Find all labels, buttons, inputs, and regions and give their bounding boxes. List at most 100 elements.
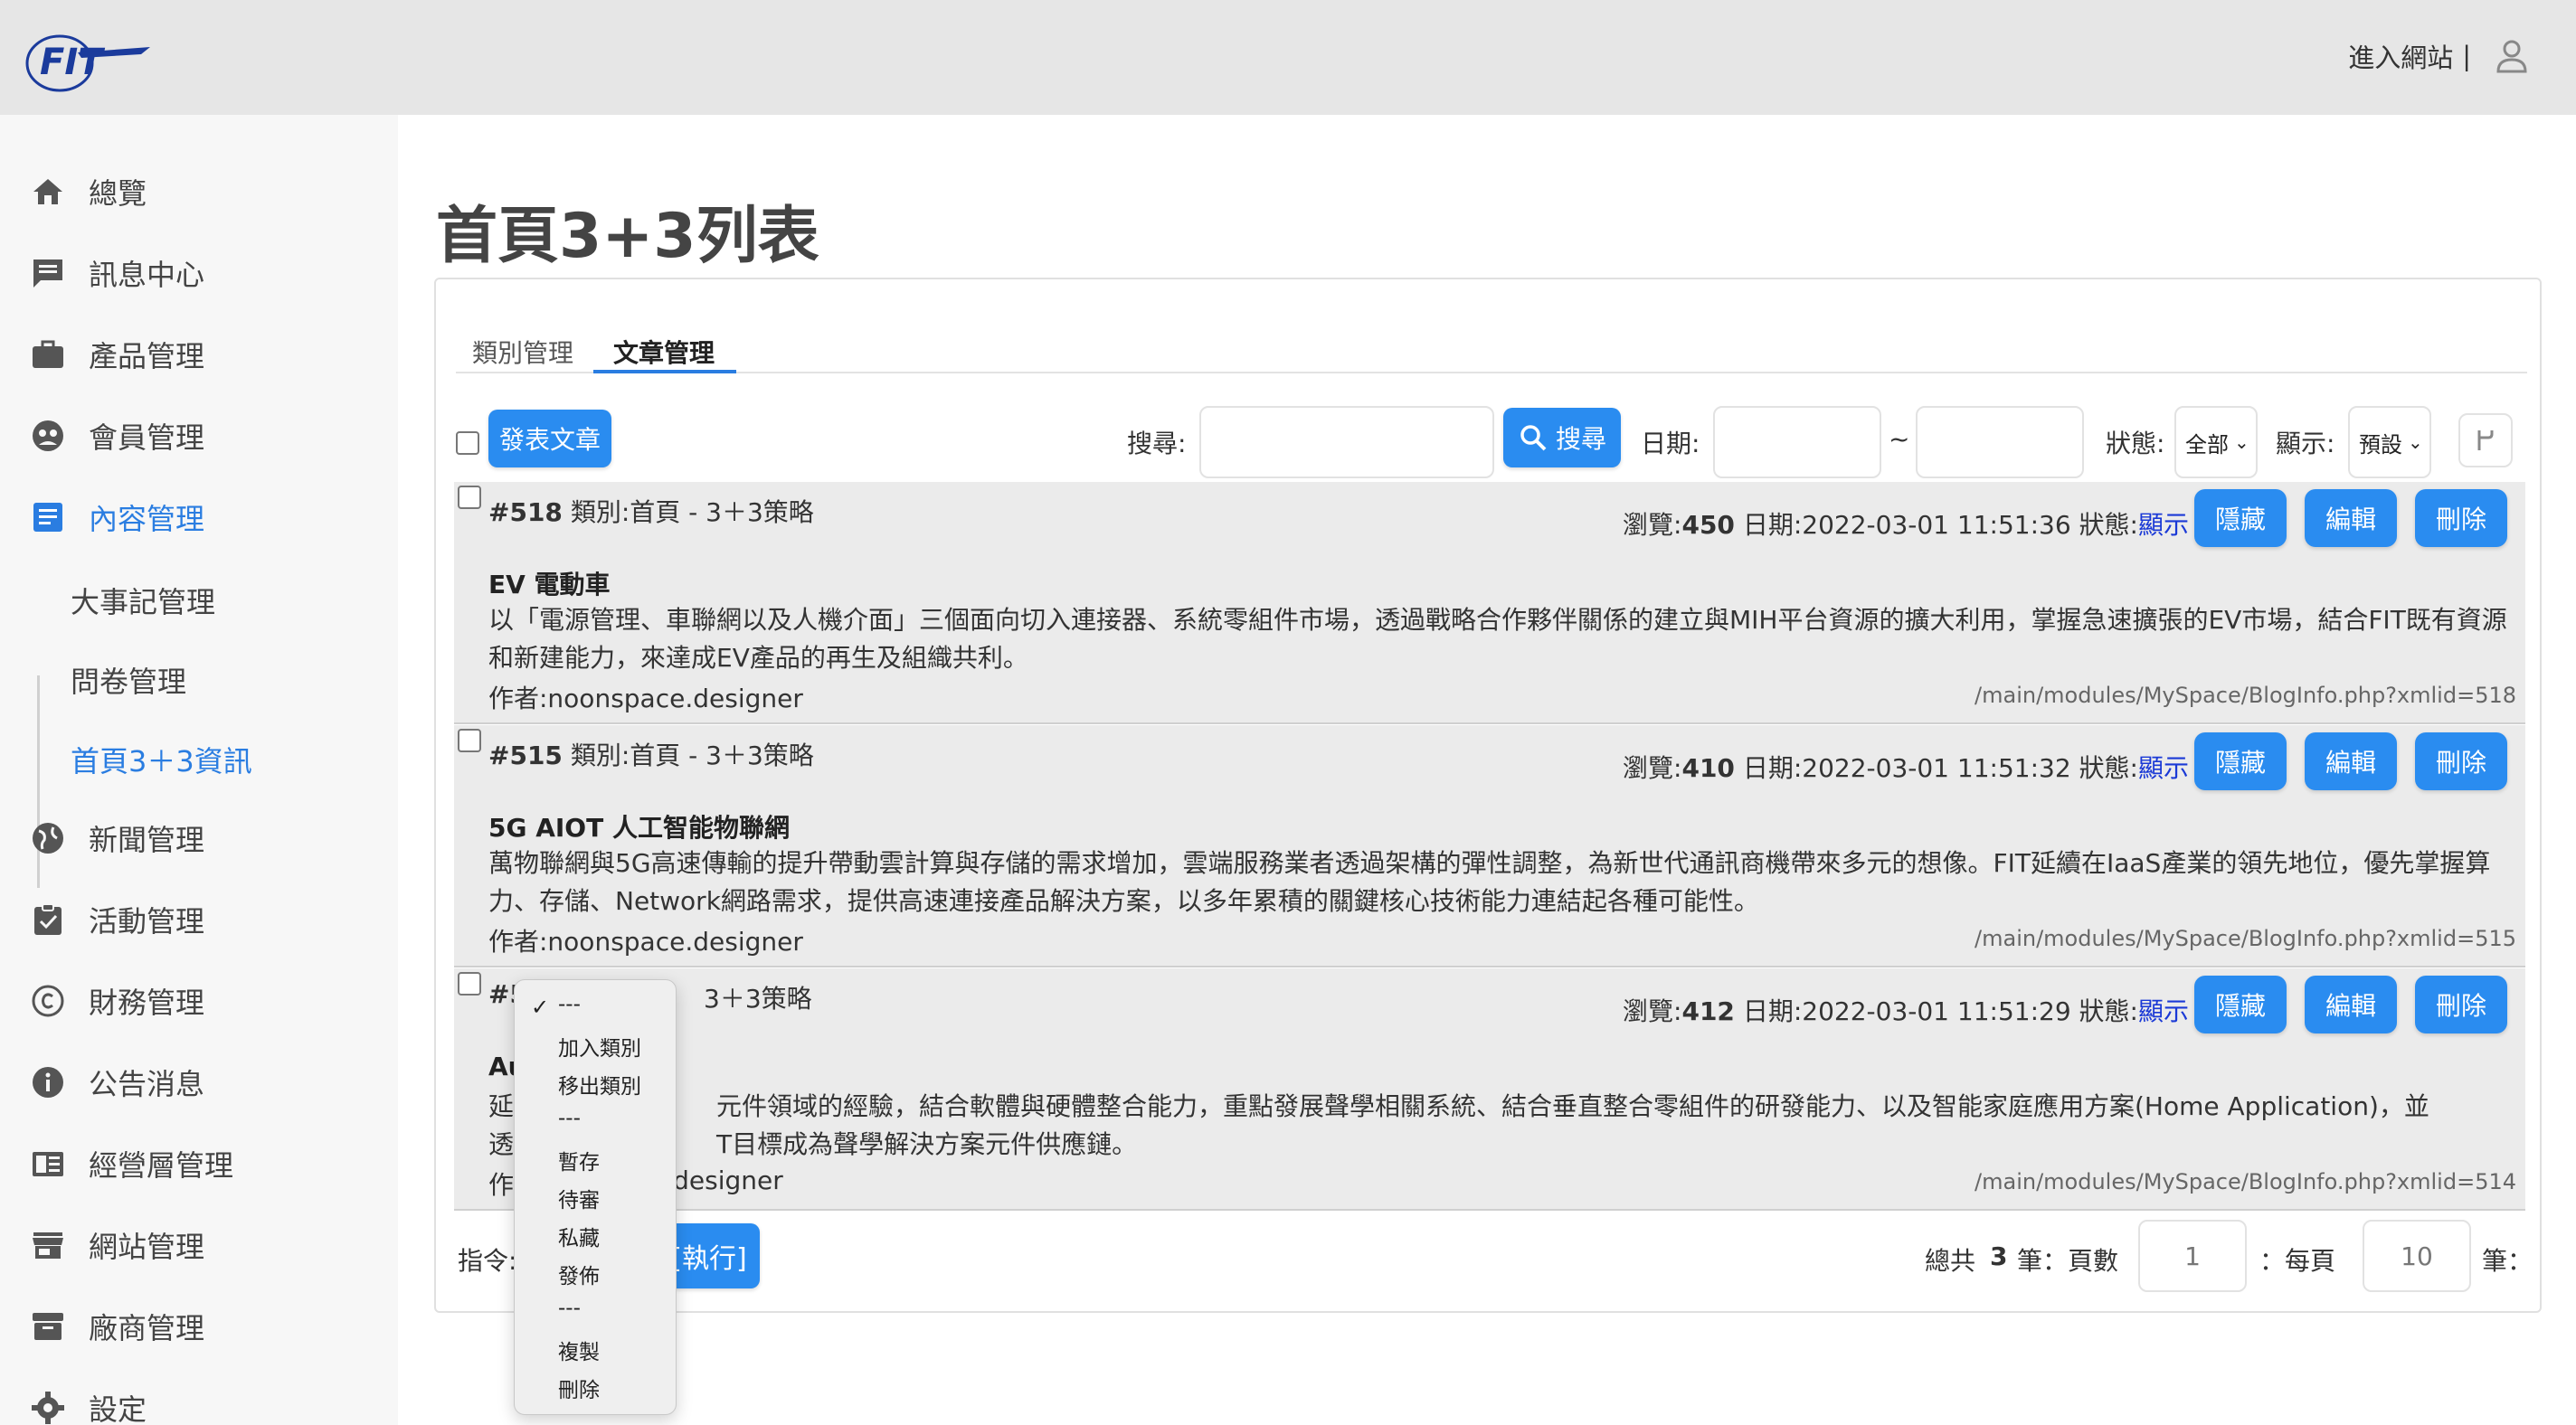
article-url[interactable]: /main/modules/MySpace/BlogInfo.php?xmlid… bbox=[1975, 683, 2516, 708]
views-label: 瀏覽: bbox=[1623, 996, 1682, 1026]
article-description: 萬物聯網與5G高速傳輸的提升帶動雲計算與存儲的需求增加，雲端服務業者透過架構的彈… bbox=[488, 848, 2491, 916]
article-url[interactable]: /main/modules/MySpace/BlogInfo.php?xmlid… bbox=[1975, 926, 2516, 951]
sidebar-item-vendors[interactable]: 廠商管理 bbox=[27, 1299, 204, 1354]
select-all-checkbox[interactable] bbox=[456, 431, 479, 455]
hide-button[interactable]: 隱藏 bbox=[2194, 976, 2287, 1033]
per-page-input[interactable]: 10 bbox=[2363, 1220, 2471, 1292]
search-input[interactable] bbox=[1199, 406, 1494, 478]
sidebar-item-events[interactable]: 活動管理 bbox=[27, 892, 204, 947]
sidebar-item-announcements[interactable]: 公告消息 bbox=[27, 1055, 204, 1109]
top-bar: FIT 進入網站 | bbox=[0, 0, 2576, 115]
edit-button[interactable]: 編輯 bbox=[2305, 976, 2397, 1033]
search-label: 搜尋: bbox=[1127, 429, 1187, 458]
delete-button[interactable]: 刪除 bbox=[2415, 732, 2507, 790]
hide-button[interactable]: 隱藏 bbox=[2194, 732, 2287, 790]
dropdown-option[interactable]: 刪除 bbox=[558, 1373, 600, 1403]
row-checkbox[interactable] bbox=[458, 486, 481, 509]
sidebar-item-label: 財務管理 bbox=[89, 986, 205, 1020]
dropdown-option[interactable]: 移出類別 bbox=[558, 1069, 641, 1099]
article-description: 以「電源管理、車聯網以及人機介面」三個面向切入連接器、系統零組件市場，透過戰略合… bbox=[488, 605, 2507, 673]
per-page-label: ：每頁 bbox=[2259, 1246, 2336, 1276]
sidebar-item-finance[interactable]: 財務管理 bbox=[27, 974, 204, 1028]
article-title[interactable]: 5G AIOT 人工智能物聯網 bbox=[488, 808, 790, 845]
article-meta: #518 類別:首頁 - 3＋3策略 bbox=[488, 493, 814, 529]
tab-bar: 類別管理 文章管理 bbox=[456, 326, 2527, 373]
sidebar-item-news[interactable]: 新聞管理 bbox=[27, 811, 204, 865]
dropdown-option[interactable]: 發佈 bbox=[558, 1259, 600, 1289]
article-description: 延 元件領域的經驗，結合軟體與硬體整合能力，重點發展聲學相關系統、結合垂直整合零組… bbox=[488, 1088, 2514, 1164]
article-category: 3＋3策略 bbox=[704, 984, 812, 1014]
article-title[interactable]: EV 電動車 bbox=[488, 565, 611, 601]
dropdown-option[interactable]: 加入類別 bbox=[558, 1031, 641, 1062]
row-checkbox[interactable] bbox=[458, 729, 481, 752]
sidebar-item-content[interactable]: 內容管理 bbox=[27, 490, 204, 544]
sidebar-item-management[interactable]: 經營層管理 bbox=[27, 1137, 233, 1191]
enter-site-link[interactable]: 進入網站 bbox=[2348, 37, 2453, 75]
edit-button[interactable]: 編輯 bbox=[2305, 489, 2397, 547]
dropdown-option[interactable]: --- bbox=[558, 1107, 581, 1130]
status-value-link[interactable]: 顯示 bbox=[2138, 996, 2189, 1026]
edit-button[interactable]: 編輯 bbox=[2305, 732, 2397, 790]
fit-logo[interactable]: FIT bbox=[24, 27, 159, 96]
dropdown-option[interactable]: --- bbox=[558, 1297, 581, 1320]
dropdown-option[interactable]: 待審 bbox=[558, 1183, 600, 1213]
status-label: 狀態: bbox=[2079, 753, 2138, 783]
command-dropdown-menu[interactable]: ✓ --- 加入類別 移出類別 --- 暫存 待審 私藏 發佈 --- 複製 刪… bbox=[514, 979, 677, 1415]
delete-button[interactable]: 刪除 bbox=[2415, 489, 2507, 547]
desc-fragment: T目標成為聲學解決方案元件供應鏈。 bbox=[716, 1129, 1138, 1159]
views-count: 450 bbox=[1681, 510, 1735, 540]
display-select-value: 預設 bbox=[2359, 431, 2402, 458]
page-input[interactable]: 1 bbox=[2138, 1220, 2247, 1292]
dropdown-option[interactable]: 複製 bbox=[558, 1335, 600, 1365]
article-date: 日期:2022-03-01 11:51:29 bbox=[1742, 996, 2071, 1026]
sidebar-item-overview[interactable]: 總覽 bbox=[27, 165, 147, 219]
row-checkbox[interactable] bbox=[458, 972, 481, 996]
sidebar-item-label: 訊息中心 bbox=[89, 258, 205, 292]
sidebar-item-messages[interactable]: 訊息中心 bbox=[27, 246, 204, 300]
status-value-link[interactable]: 顯示 bbox=[2138, 510, 2189, 540]
header-separator: | bbox=[2462, 41, 2471, 71]
hide-button[interactable]: 隱藏 bbox=[2194, 489, 2287, 547]
article-url[interactable]: /main/modules/MySpace/BlogInfo.php?xmlid… bbox=[1975, 1169, 2516, 1194]
delete-button[interactable]: 刪除 bbox=[2415, 976, 2507, 1033]
user-icon[interactable] bbox=[2491, 35, 2533, 77]
sidebar-item-products[interactable]: 產品管理 bbox=[27, 327, 204, 382]
dropdown-option[interactable]: --- bbox=[558, 993, 581, 1016]
total-suffix: 筆：頁數 bbox=[2017, 1246, 2119, 1276]
clipboard-icon bbox=[27, 899, 69, 940]
sidebar-item-label: 內容管理 bbox=[89, 502, 205, 536]
sidebar-subitem-surveys[interactable]: 問卷管理 bbox=[71, 659, 186, 701]
display-select[interactable]: 預設 ⌄ bbox=[2348, 406, 2431, 478]
status-select[interactable]: 全部 ⌄ bbox=[2174, 406, 2258, 478]
sidebar-item-label: 經營層管理 bbox=[89, 1148, 234, 1183]
sidebar-item-label: 新聞管理 bbox=[89, 823, 205, 857]
article-row: #5 3＋3策略 瀏覽:412 日期:2022-03-01 11:51:29 狀態… bbox=[454, 968, 2525, 1211]
dropdown-option[interactable]: 私藏 bbox=[558, 1221, 600, 1251]
article-author: 作者:noonspace.designer bbox=[488, 684, 803, 713]
article-id: #518 bbox=[488, 497, 563, 527]
search-button[interactable]: 搜尋 bbox=[1503, 408, 1621, 467]
sidebar-subitem-home-3plus3[interactable]: 首頁3＋3資訊 bbox=[71, 739, 252, 780]
date-to-input[interactable] bbox=[1916, 406, 2084, 478]
article-stats: 瀏覽:450 日期:2022-03-01 11:51:36 狀態:顯示 bbox=[1623, 505, 2189, 542]
tab-category-management[interactable]: 類別管理 bbox=[472, 326, 573, 373]
per-page-suffix: 筆： bbox=[2482, 1246, 2533, 1276]
post-article-button[interactable]: 發表文章 bbox=[488, 410, 611, 467]
sidebar-item-label: 產品管理 bbox=[89, 339, 205, 373]
status-value-link[interactable]: 顯示 bbox=[2138, 753, 2189, 783]
sidebar-item-label: 會員管理 bbox=[89, 420, 205, 455]
sidebar-item-members[interactable]: 會員管理 bbox=[27, 409, 204, 463]
info-icon bbox=[27, 1062, 69, 1103]
sidebar-subitem-milestones[interactable]: 大事記管理 bbox=[71, 580, 215, 621]
dropdown-option[interactable]: 暫存 bbox=[558, 1145, 600, 1175]
tab-article-management[interactable]: 文章管理 bbox=[593, 326, 736, 373]
display-label: 顯示: bbox=[2276, 429, 2335, 458]
sort-button[interactable] bbox=[2458, 413, 2513, 467]
document-icon bbox=[27, 496, 69, 538]
command-label: 指令: bbox=[458, 1246, 517, 1276]
date-from-input[interactable] bbox=[1713, 406, 1881, 478]
chevron-down-icon: ⌄ bbox=[2408, 431, 2423, 453]
sidebar-item-website[interactable]: 網站管理 bbox=[27, 1218, 204, 1272]
status-label: 狀態: bbox=[2106, 429, 2165, 458]
sidebar-item-settings[interactable]: 設定 bbox=[27, 1381, 147, 1425]
